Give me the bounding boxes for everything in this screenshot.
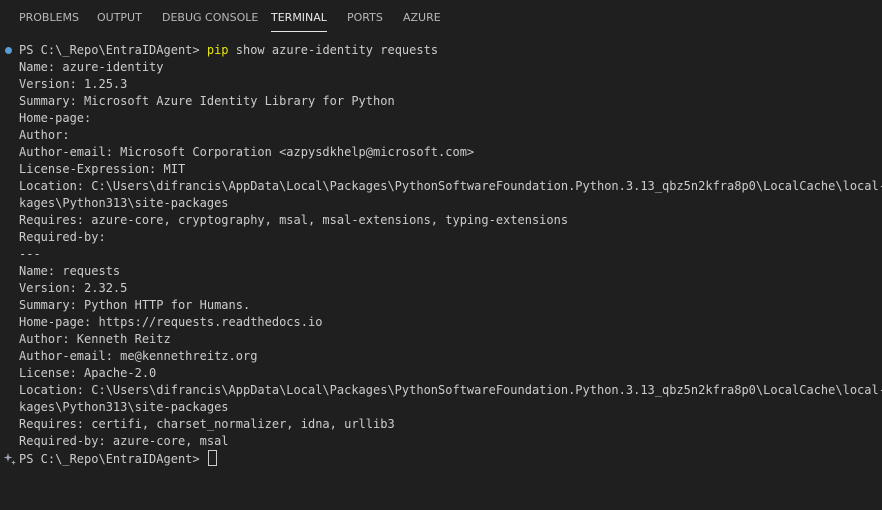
command-args: show azure-identity requests xyxy=(228,43,439,57)
output-line: Required-by: xyxy=(19,230,106,244)
output-line: License-Expression: MIT xyxy=(19,162,186,176)
terminal-cursor xyxy=(207,450,217,466)
output-line: Name: azure-identity xyxy=(19,60,164,74)
tab-ports[interactable]: PORTS xyxy=(347,11,383,31)
tab-problems[interactable]: PROBLEMS xyxy=(19,11,79,31)
output-line: Author-email: Microsoft Corporation <azp… xyxy=(19,145,475,159)
prompt-text: PS C:\_Repo\EntraIDAgent> xyxy=(19,43,207,57)
command-name: pip xyxy=(206,43,229,57)
output-line: Version: 2.32.5 xyxy=(19,281,128,295)
output-line: Location: C:\Users\difrancis\AppData\Loc… xyxy=(19,383,882,397)
output-line: kages\Python313\site-packages xyxy=(19,196,229,210)
output-line: Version: 1.25.3 xyxy=(19,77,128,91)
output-line: Location: C:\Users\difrancis\AppData\Loc… xyxy=(19,179,882,193)
command-decoration-icon[interactable] xyxy=(5,47,12,54)
output-line: Home-page: xyxy=(19,111,92,125)
final-prompt-line[interactable]: PS C:\_Repo\EntraIDAgent> xyxy=(19,450,217,467)
sparkle-icon[interactable] xyxy=(3,452,17,466)
output-line: Summary: Python HTTP for Humans. xyxy=(19,298,251,312)
output-line: kages\Python313\site-packages xyxy=(19,400,229,414)
output-line: Name: requests xyxy=(19,264,121,278)
tab-output[interactable]: OUTPUT xyxy=(97,11,142,31)
tab-terminal[interactable]: TERMINAL xyxy=(271,11,327,32)
final-prompt-row: PS C:\_Repo\EntraIDAgent> xyxy=(0,450,882,467)
prompt-text: PS C:\_Repo\EntraIDAgent> xyxy=(19,452,207,466)
output-line: Requires: certifi, charset_normalizer, i… xyxy=(19,417,395,431)
terminal-output[interactable]: PS C:\_Repo\EntraIDAgent> pip show azure… xyxy=(0,42,882,510)
command-line: PS C:\_Repo\EntraIDAgent> pip show azure… xyxy=(19,42,438,59)
tab-azure[interactable]: AZURE xyxy=(403,11,441,31)
terminal-panel: PROBLEMS OUTPUT DEBUG CONSOLE TERMINAL P… xyxy=(0,0,882,510)
output-line: --- xyxy=(19,247,41,261)
output-line: Summary: Microsoft Azure Identity Librar… xyxy=(19,94,395,108)
output-line: Author: xyxy=(19,128,70,142)
output-line: Author: Kenneth Reitz xyxy=(19,332,171,346)
output-line: License: Apache-2.0 xyxy=(19,366,157,380)
panel-tab-bar: PROBLEMS OUTPUT DEBUG CONSOLE TERMINAL P… xyxy=(0,0,882,36)
tab-debug-console[interactable]: DEBUG CONSOLE xyxy=(162,11,258,31)
output-line: Home-page: https://requests.readthedocs.… xyxy=(19,315,323,329)
output-line: Author-email: me@kennethreitz.org xyxy=(19,349,258,363)
output-line: Requires: azure-core, cryptography, msal… xyxy=(19,213,569,227)
output-line: Required-by: azure-core, msal xyxy=(19,434,229,448)
